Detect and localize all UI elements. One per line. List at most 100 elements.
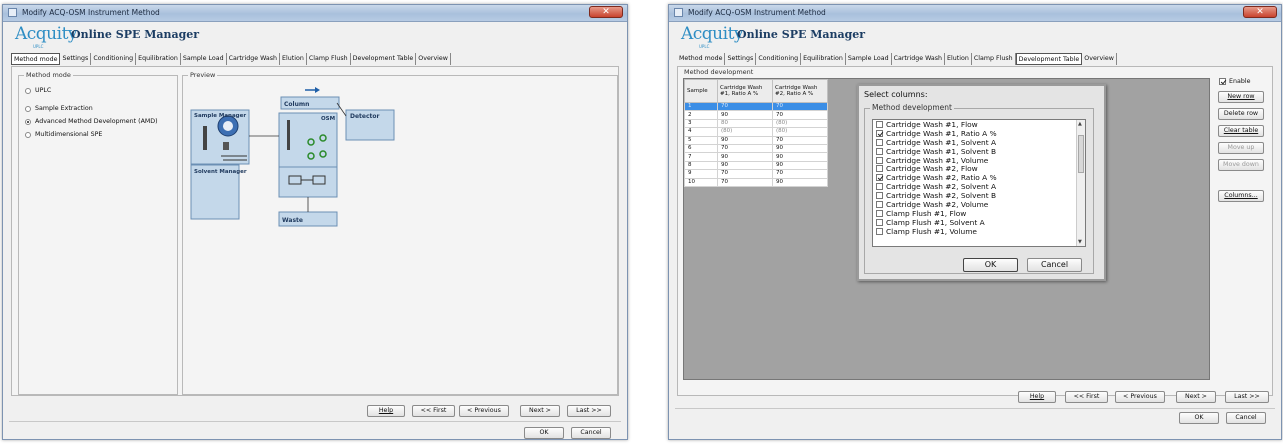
table-row[interactable]: 1 70 70: [684, 101, 828, 112]
table-cell[interactable]: 70: [717, 143, 773, 154]
radio-amd[interactable]: Advanced Method Development (AMD): [25, 118, 158, 125]
checklist-item[interactable]: Cartridge Wash #2, Solvent A: [873, 182, 1085, 191]
table-cell[interactable]: 6: [684, 143, 718, 154]
checklist-item[interactable]: Cartridge Wash #2, Ratio A %: [873, 173, 1085, 182]
table-cell[interactable]: 1: [684, 101, 718, 112]
table-cell[interactable]: 70: [717, 101, 773, 112]
tab-sample-load[interactable]: Sample Load: [846, 53, 892, 65]
column-header-sample[interactable]: Sample: [684, 79, 718, 103]
last-button[interactable]: Last >>: [567, 405, 611, 417]
checkbox[interactable]: [876, 156, 883, 164]
checkbox[interactable]: [876, 183, 883, 191]
table-cell[interactable]: 90: [717, 152, 773, 162]
table-row[interactable]: 4 (80) (80): [684, 127, 828, 137]
last-button[interactable]: Last >>: [1225, 391, 1269, 403]
radio-button-selected[interactable]: [25, 118, 31, 125]
table-cell[interactable]: 70: [772, 135, 828, 145]
table-row[interactable]: 2 90 70: [684, 110, 828, 120]
tab-equilibration[interactable]: Equilibration: [801, 53, 846, 65]
checklist-item[interactable]: Cartridge Wash #2, Flow: [873, 164, 1085, 173]
table-cell[interactable]: 70: [717, 169, 773, 179]
radio-multidimensional-spe[interactable]: Multidimensional SPE: [25, 131, 102, 138]
checkbox[interactable]: [876, 227, 883, 235]
checkbox[interactable]: [876, 120, 883, 128]
tab-conditioning[interactable]: Conditioning: [756, 53, 802, 65]
radio-button[interactable]: [25, 131, 31, 138]
ok-button[interactable]: OK: [1179, 412, 1219, 424]
table-cell[interactable]: (80): [772, 118, 828, 129]
checklist-item[interactable]: Clamp Flush #1, Flow: [873, 209, 1085, 218]
dialog-ok-button[interactable]: OK: [963, 258, 1018, 272]
previous-button[interactable]: < Previous: [1115, 391, 1165, 403]
checkbox[interactable]: [876, 192, 883, 200]
move-up-button[interactable]: Move up: [1218, 142, 1264, 154]
table-cell[interactable]: 90: [772, 177, 828, 187]
checklist-item[interactable]: Cartridge Wash #1, Flow: [873, 120, 1085, 129]
tab-overview[interactable]: Overview: [1082, 53, 1117, 65]
table-cell[interactable]: 70: [772, 101, 828, 112]
help-button[interactable]: Help: [367, 405, 405, 417]
tab-conditioning[interactable]: Conditioning: [91, 53, 137, 65]
new-row-button[interactable]: New row: [1218, 91, 1264, 103]
previous-button[interactable]: < Previous: [459, 405, 509, 417]
scroll-up-icon[interactable]: ▲: [1078, 121, 1082, 127]
tab-method-mode[interactable]: Method mode: [677, 53, 726, 65]
development-table[interactable]: Sample Cartridge Wash #1, Ratio A % Cart…: [684, 79, 828, 187]
scroll-down-icon[interactable]: ▼: [1078, 239, 1082, 245]
checklist-item[interactable]: Clamp Flush #1, Volume: [873, 227, 1085, 236]
tab-method-mode[interactable]: Method mode: [11, 53, 61, 65]
tab-settings[interactable]: Settings: [60, 53, 92, 65]
checkbox[interactable]: [876, 165, 883, 173]
table-row[interactable]: 9 70 70: [684, 169, 828, 179]
table-cell[interactable]: 10: [684, 177, 718, 187]
next-button[interactable]: Next >: [1176, 391, 1216, 403]
checkbox[interactable]: [876, 218, 883, 226]
checklist-item[interactable]: Cartridge Wash #2, Volume: [873, 200, 1085, 209]
table-cell[interactable]: 8: [684, 160, 718, 171]
checkbox[interactable]: [876, 209, 883, 217]
checkbox-checked[interactable]: [876, 129, 883, 137]
table-cell[interactable]: 5: [684, 135, 718, 145]
help-button[interactable]: Help: [1018, 391, 1056, 403]
tab-sample-load[interactable]: Sample Load: [181, 53, 227, 65]
table-row[interactable]: 6 70 90: [684, 143, 828, 154]
columns-checklist[interactable]: Cartridge Wash #1, Flow Cartridge Wash #1…: [872, 119, 1086, 247]
table-cell[interactable]: 90: [772, 143, 828, 154]
title-bar[interactable]: Modify ACQ-OSM Instrument Method ✕: [3, 5, 627, 22]
cancel-button[interactable]: Cancel: [1226, 412, 1266, 424]
table-cell[interactable]: 70: [772, 110, 828, 120]
table-cell[interactable]: 90: [717, 160, 773, 171]
tab-settings[interactable]: Settings: [725, 53, 757, 65]
table-cell[interactable]: 4: [684, 127, 718, 137]
next-button[interactable]: Next >: [520, 405, 560, 417]
table-cell[interactable]: (80): [772, 127, 828, 137]
checklist-item[interactable]: Clamp Flush #1, Solvent A: [873, 218, 1085, 227]
scroll-thumb[interactable]: [1078, 135, 1084, 173]
clear-table-button[interactable]: Clear table: [1218, 125, 1264, 137]
tab-development-table[interactable]: Development Table: [1015, 53, 1083, 65]
tab-elution[interactable]: Elution: [280, 53, 307, 65]
tab-clamp-flush[interactable]: Clamp Flush: [307, 53, 351, 65]
radio-button[interactable]: [25, 87, 31, 94]
title-bar[interactable]: Modify ACQ-OSM Instrument Method ✕: [669, 5, 1281, 22]
checklist-item[interactable]: Cartridge Wash #1, Solvent A: [873, 138, 1085, 147]
checklist-item[interactable]: Cartridge Wash #2, Solvent B: [873, 191, 1085, 200]
close-button[interactable]: ✕: [1243, 6, 1277, 18]
tab-overview[interactable]: Overview: [416, 53, 451, 65]
tab-development-table[interactable]: Development Table: [351, 53, 417, 65]
table-row[interactable]: 7 90 90: [684, 152, 828, 162]
columns-button[interactable]: Columns...: [1218, 190, 1264, 202]
tab-clamp-flush[interactable]: Clamp Flush: [972, 53, 1016, 65]
checklist-item[interactable]: Cartridge Wash #1, Ratio A %: [873, 129, 1085, 138]
table-cell[interactable]: 80: [717, 118, 773, 129]
table-cell[interactable]: 2: [684, 110, 718, 120]
table-cell[interactable]: 9: [684, 169, 718, 179]
dialog-cancel-button[interactable]: Cancel: [1027, 258, 1082, 272]
table-cell[interactable]: 7: [684, 152, 718, 162]
cancel-button[interactable]: Cancel: [571, 427, 611, 439]
first-button[interactable]: << First: [412, 405, 455, 417]
ok-button[interactable]: OK: [524, 427, 564, 439]
checkbox[interactable]: [876, 200, 883, 208]
enable-checkbox[interactable]: [1219, 78, 1226, 85]
tab-equilibration[interactable]: Equilibration: [136, 53, 181, 65]
